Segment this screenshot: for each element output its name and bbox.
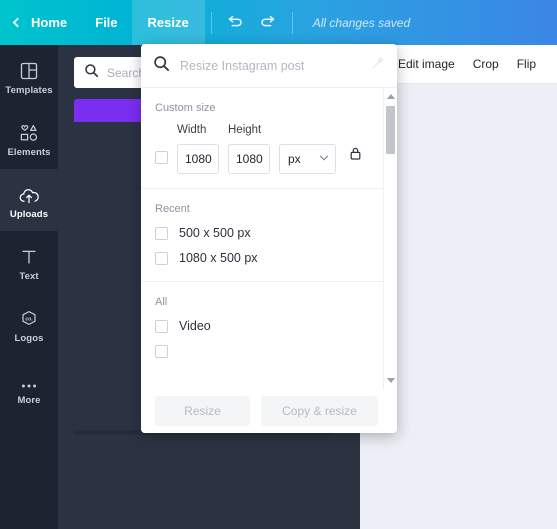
sidebar-item-more-label: More bbox=[17, 394, 41, 406]
lock-icon[interactable] bbox=[349, 146, 362, 166]
undo-button[interactable] bbox=[218, 0, 252, 45]
scroll-up-triangle bbox=[386, 94, 395, 99]
svg-text:co.: co. bbox=[25, 316, 33, 322]
sidebar-item-logos-label: Logos bbox=[14, 332, 44, 344]
resize-button[interactable]: Resize bbox=[155, 396, 250, 426]
menu-item-file-label: File bbox=[95, 15, 118, 30]
resize-dialog-footer: Resize Copy & resize bbox=[141, 389, 397, 433]
sidebar-item-more[interactable]: More bbox=[0, 355, 58, 417]
sidebar-item-text-label: Text bbox=[19, 270, 39, 282]
sidebar-item-uploads-label: Uploads bbox=[9, 208, 49, 220]
flip-button[interactable]: Flip bbox=[517, 57, 536, 71]
recent-option-500x500[interactable]: 500 x 500 px bbox=[141, 215, 383, 240]
edit-image-button[interactable]: Edit image bbox=[398, 57, 455, 71]
uploads-icon bbox=[18, 181, 40, 205]
home-button-label: Home bbox=[31, 15, 68, 30]
redo-button[interactable] bbox=[252, 0, 286, 45]
unit-select[interactable]: px bbox=[279, 144, 336, 174]
flip-label: Flip bbox=[516, 57, 537, 71]
search-input-placeholder: Search bbox=[107, 65, 146, 80]
all-title: All bbox=[155, 296, 168, 308]
all-option-video-checkbox[interactable] bbox=[155, 319, 168, 333]
copy-and-resize-button[interactable]: Copy & resize bbox=[261, 396, 378, 426]
recent-option-500x500-checkbox[interactable] bbox=[155, 226, 168, 240]
templates-icon bbox=[19, 57, 39, 81]
scroll-down-triangle bbox=[386, 378, 395, 383]
all-option-clipped[interactable] bbox=[141, 333, 383, 358]
custom-size-row: Width 1080 Height 1080 px bbox=[141, 114, 383, 174]
height-label: Height bbox=[228, 124, 262, 136]
resize-search-field[interactable]: Resize Instagram post bbox=[141, 44, 397, 88]
left-sidebar: Templates Elements Uploads Text co. Logo… bbox=[0, 45, 58, 529]
logos-icon: co. bbox=[19, 305, 39, 329]
home-button[interactable]: Home bbox=[0, 0, 81, 45]
all-option-clipped-checkbox[interactable] bbox=[155, 345, 168, 358]
sidebar-item-templates-label: Templates bbox=[5, 84, 53, 96]
sidebar-item-logos[interactable]: co. Logos bbox=[0, 293, 58, 355]
unit-label-spacer bbox=[279, 124, 336, 138]
width-input-value: 1080 bbox=[185, 152, 212, 166]
recent-title: Recent bbox=[155, 203, 190, 215]
width-label: Width bbox=[177, 124, 207, 136]
more-icon bbox=[19, 367, 39, 391]
scrollbar-thumb[interactable] bbox=[386, 106, 395, 154]
text-icon bbox=[19, 243, 39, 267]
sidebar-item-elements[interactable]: Elements bbox=[0, 107, 58, 169]
menu-item-resize[interactable]: Resize bbox=[131, 0, 205, 45]
sidebar-item-text[interactable]: Text bbox=[0, 231, 58, 293]
canva-editor-window: Home File Resize All changes saved Templ… bbox=[0, 0, 557, 529]
custom-size-checkbox[interactable] bbox=[155, 151, 168, 164]
sidebar-item-elements-label: Elements bbox=[7, 146, 51, 158]
recent-option-1080x500-label: 1080 x 500 px bbox=[179, 251, 258, 265]
scroll-up-arrow-icon[interactable] bbox=[384, 90, 397, 103]
crop-button[interactable]: Crop bbox=[473, 57, 499, 71]
dialog-scrollbar[interactable] bbox=[383, 88, 397, 389]
top-menu-bar: Home File Resize All changes saved bbox=[0, 0, 557, 45]
elements-icon bbox=[18, 119, 40, 143]
copy-and-resize-button-label: Copy & resize bbox=[282, 404, 357, 418]
resize-dialog-body: Custom size Width 1080 Height 1080 px Re… bbox=[141, 88, 397, 389]
height-input-value: 1080 bbox=[236, 152, 263, 166]
width-input[interactable]: 1080 bbox=[177, 144, 219, 174]
toolbar-divider-2 bbox=[291, 11, 293, 34]
edit-image-label: Edit image bbox=[398, 57, 455, 71]
magic-wand-icon[interactable] bbox=[371, 56, 385, 75]
resize-search-placeholder: Resize Instagram post bbox=[180, 58, 305, 73]
all-option-video-label: Video bbox=[179, 319, 211, 333]
scroll-down-arrow-icon[interactable] bbox=[384, 374, 397, 387]
resize-options-scroll-area[interactable]: Custom size Width 1080 Height 1080 px Re… bbox=[141, 88, 383, 389]
menu-item-file[interactable]: File bbox=[81, 0, 131, 45]
menu-item-resize-label: Resize bbox=[147, 15, 189, 30]
crop-label: Crop bbox=[472, 57, 499, 71]
recent-option-1080x500-checkbox[interactable] bbox=[155, 251, 168, 265]
toolbar-divider bbox=[210, 11, 212, 34]
unit-select-value: px bbox=[288, 152, 301, 166]
save-status-text: All changes saved bbox=[312, 15, 411, 30]
all-option-video[interactable]: Video bbox=[141, 308, 383, 333]
sidebar-item-templates[interactable]: Templates bbox=[0, 45, 58, 107]
search-icon bbox=[153, 55, 170, 77]
resize-button-label: Resize bbox=[184, 404, 221, 418]
chevron-left-icon bbox=[12, 17, 23, 28]
height-input[interactable]: 1080 bbox=[228, 144, 270, 174]
undo-icon bbox=[226, 15, 243, 30]
redo-icon bbox=[260, 15, 277, 30]
custom-size-title: Custom size bbox=[155, 102, 216, 114]
search-icon bbox=[84, 63, 99, 83]
recent-option-1080x500[interactable]: 1080 x 500 px bbox=[141, 240, 383, 265]
recent-option-500x500-label: 500 x 500 px bbox=[179, 226, 251, 240]
resize-dialog: Resize Instagram post Custom size Width … bbox=[141, 44, 397, 433]
chevron-down-icon bbox=[319, 151, 329, 161]
sidebar-item-uploads[interactable]: Uploads bbox=[0, 169, 58, 231]
